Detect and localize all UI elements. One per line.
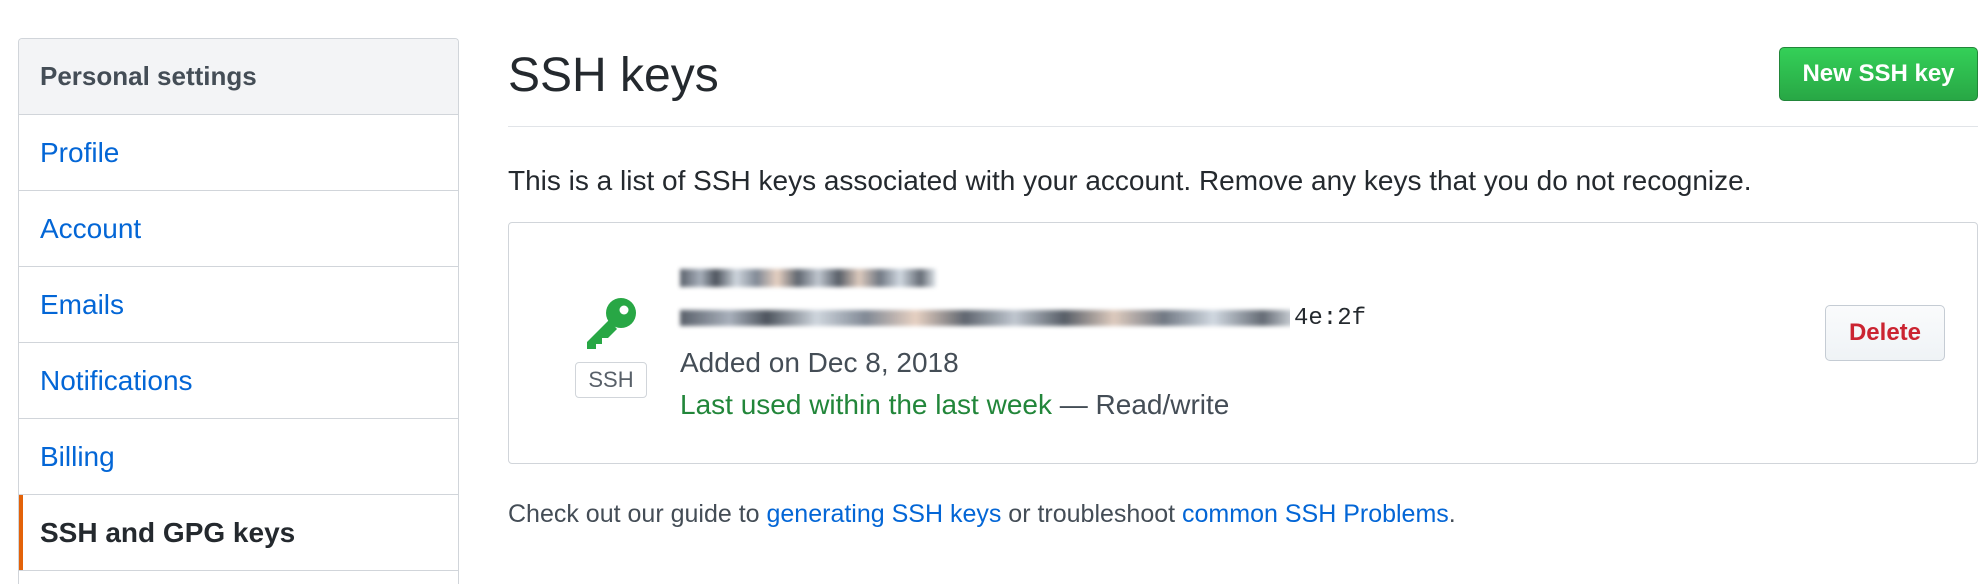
ssh-badge: SSH [575, 362, 647, 398]
settings-sidebar: Personal settings Profile Account Emails… [18, 38, 459, 584]
guide-middle: or troubleshoot [1001, 500, 1183, 528]
last-used-text: Last used within the last week [680, 389, 1052, 420]
access-level: — Read/write [1051, 389, 1230, 420]
sidebar-item-ssh-gpg-keys[interactable]: SSH and GPG keys [19, 495, 458, 571]
new-ssh-key-button[interactable]: New SSH key [1779, 47, 1978, 101]
sidebar-item-notifications[interactable]: Notifications [19, 343, 458, 419]
key-icon [587, 298, 636, 349]
generating-ssh-keys-link[interactable]: generating SSH keys [767, 500, 1002, 528]
sidebar-item-account[interactable]: Account [19, 191, 458, 267]
guide-prefix: Check out our guide to [508, 500, 767, 528]
page-title: SSH keys [508, 49, 719, 102]
guide-text: Check out our guide to generating SSH ke… [508, 500, 1456, 529]
fingerprint-visible-tail: 4e:2f [1289, 305, 1366, 332]
key-fingerprint: 4e:2f [680, 305, 1366, 332]
sidebar-item-billing[interactable]: Billing [19, 419, 458, 495]
sidebar-heading: Personal settings [19, 39, 458, 115]
main-content: SSH keys New SSH key This is a list of S… [508, 0, 1978, 584]
sidebar-item-profile[interactable]: Profile [19, 115, 458, 191]
delete-key-button[interactable]: Delete [1825, 305, 1945, 361]
key-last-used: Last used within the last week — Read/wr… [680, 389, 1229, 421]
title-divider [508, 126, 1978, 127]
ssh-key-entry: SSH 4e:2f Added on Dec 8, 2018 Last used… [508, 222, 1978, 464]
key-added-date: Added on Dec 8, 2018 [680, 347, 959, 378]
common-ssh-problems-link[interactable]: common SSH Problems [1182, 500, 1449, 528]
intro-text: This is a list of SSH keys associated wi… [508, 165, 1752, 196]
guide-suffix: . [1448, 500, 1456, 528]
sidebar-item-emails[interactable]: Emails [19, 267, 458, 343]
